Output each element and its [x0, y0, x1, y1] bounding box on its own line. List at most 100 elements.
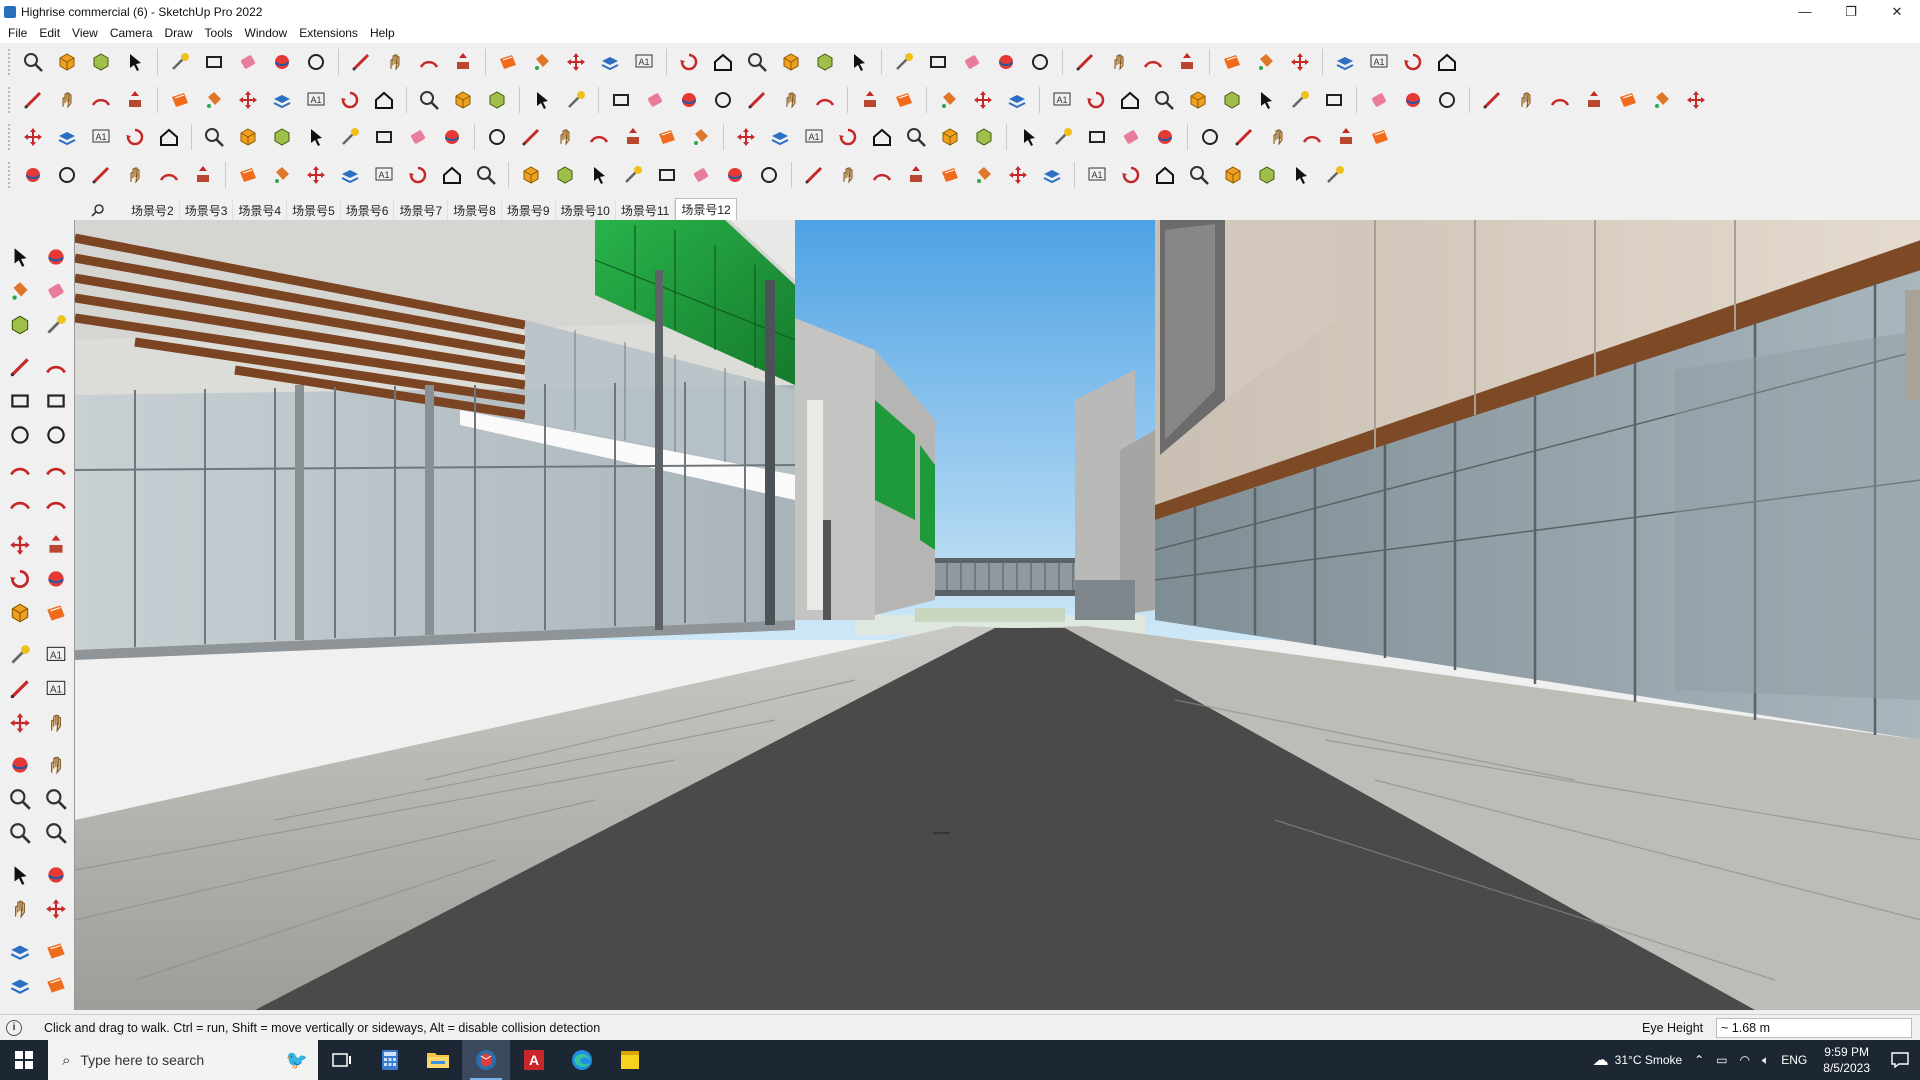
scene-tab[interactable]: 场景号7: [394, 200, 449, 220]
component-icon[interactable]: [810, 47, 840, 77]
house-icon[interactable]: [1432, 47, 1462, 77]
component-icon[interactable]: [482, 85, 512, 115]
pencil-icon[interactable]: [86, 160, 116, 190]
text-icon[interactable]: A1: [86, 122, 116, 152]
push-pull-icon[interactable]: [1331, 122, 1361, 152]
orbit-icon[interactable]: [1398, 85, 1428, 115]
shape-icon[interactable]: [652, 160, 682, 190]
shape-icon[interactable]: [39, 384, 73, 418]
tape-measure-icon[interactable]: [618, 160, 648, 190]
pan-icon[interactable]: [39, 706, 73, 740]
toolbar-grip[interactable]: [8, 124, 12, 150]
eraser-icon[interactable]: [686, 160, 716, 190]
layer-icon[interactable]: [1330, 47, 1360, 77]
layer-icon[interactable]: [3, 968, 37, 1002]
shape-icon[interactable]: [3, 384, 37, 418]
component-icon[interactable]: [1252, 160, 1282, 190]
zoom-icon[interactable]: [1149, 85, 1179, 115]
select-arrow-icon[interactable]: [844, 47, 874, 77]
tape-measure-icon[interactable]: [1285, 85, 1315, 115]
house-icon[interactable]: [1115, 85, 1145, 115]
tape-measure-icon[interactable]: [335, 122, 365, 152]
push-pull-icon[interactable]: [618, 122, 648, 152]
scene-tab[interactable]: 场景号3: [180, 200, 234, 220]
orbit-icon[interactable]: [267, 47, 297, 77]
pencil-icon[interactable]: [3, 672, 37, 706]
zoom-icon[interactable]: [1184, 160, 1214, 190]
taskbar-search-box[interactable]: ⌕ Type here to search 🐦: [48, 1040, 318, 1080]
house-icon[interactable]: [1150, 160, 1180, 190]
select-arrow-icon[interactable]: [3, 240, 37, 274]
zoom-icon[interactable]: [3, 816, 37, 850]
section-plane-icon[interactable]: [1217, 47, 1247, 77]
text-icon[interactable]: A1: [1364, 47, 1394, 77]
eraser-icon[interactable]: [39, 274, 73, 308]
shape-icon[interactable]: [369, 122, 399, 152]
pan-icon[interactable]: [1263, 122, 1293, 152]
rotate-icon[interactable]: [335, 85, 365, 115]
eraser-icon[interactable]: [233, 47, 263, 77]
layer-icon[interactable]: [3, 934, 37, 968]
component-icon[interactable]: [550, 160, 580, 190]
rotate-icon[interactable]: [3, 562, 37, 596]
zoom-icon[interactable]: [18, 47, 48, 77]
select-arrow-icon[interactable]: [1286, 160, 1316, 190]
close-button[interactable]: ✕: [1874, 0, 1920, 23]
pencil-icon[interactable]: [799, 160, 829, 190]
cube-icon[interactable]: [233, 122, 263, 152]
calculator-icon[interactable]: [366, 1040, 414, 1080]
tape-measure-icon[interactable]: [561, 85, 591, 115]
display-icon[interactable]: ▭: [1710, 1053, 1733, 1067]
menu-extensions[interactable]: Extensions: [293, 26, 364, 40]
circle-tool-icon[interactable]: [708, 85, 738, 115]
tape-measure-icon[interactable]: [3, 638, 37, 672]
move-icon[interactable]: [233, 85, 263, 115]
push-pull-icon[interactable]: [1579, 85, 1609, 115]
pan-icon[interactable]: [1511, 85, 1541, 115]
text-icon[interactable]: A1: [301, 85, 331, 115]
toolbar-grip[interactable]: [8, 87, 12, 113]
tape-measure-icon[interactable]: [39, 308, 73, 342]
menu-draw[interactable]: Draw: [159, 26, 199, 40]
rotate-icon[interactable]: [403, 160, 433, 190]
language-indicator[interactable]: ENG: [1775, 1053, 1813, 1067]
start-button[interactable]: [0, 1040, 48, 1080]
pan-icon[interactable]: [380, 47, 410, 77]
select-arrow-icon[interactable]: [3, 858, 37, 892]
arc-icon[interactable]: [1138, 47, 1168, 77]
circle-tool-icon[interactable]: [39, 418, 73, 452]
zoom-icon[interactable]: [414, 85, 444, 115]
text-icon[interactable]: A1: [369, 160, 399, 190]
text-icon[interactable]: A1: [39, 638, 73, 672]
orbit-icon[interactable]: [991, 47, 1021, 77]
select-arrow-icon[interactable]: [584, 160, 614, 190]
taskbar-clock[interactable]: 9:59 PM 8/5/2023: [1813, 1044, 1880, 1076]
select-arrow-icon[interactable]: [120, 47, 150, 77]
circle-tool-icon[interactable]: [3, 418, 37, 452]
scene-tab[interactable]: 场景号11: [616, 200, 676, 220]
layer-icon[interactable]: [765, 122, 795, 152]
section-plane-icon[interactable]: [1613, 85, 1643, 115]
move-icon[interactable]: [18, 122, 48, 152]
circle-tool-icon[interactable]: [1195, 122, 1225, 152]
orbit-icon[interactable]: [720, 160, 750, 190]
arc-icon[interactable]: [867, 160, 897, 190]
circle-tool-icon[interactable]: [52, 160, 82, 190]
shape-icon[interactable]: [1082, 122, 1112, 152]
pencil-icon[interactable]: [3, 350, 37, 384]
pencil-icon[interactable]: [742, 85, 772, 115]
scene-tab[interactable]: 场景号5: [287, 200, 341, 220]
move-icon[interactable]: [1285, 47, 1315, 77]
scene-tab[interactable]: 场景号2: [126, 200, 180, 220]
scene-tab[interactable]: 场景号8: [448, 200, 502, 220]
edge-browser-icon[interactable]: [558, 1040, 606, 1080]
wifi-icon[interactable]: ◠: [1734, 1053, 1756, 1067]
zoom-icon[interactable]: [471, 160, 501, 190]
section-plane-icon[interactable]: [935, 160, 965, 190]
tape-measure-icon[interactable]: [165, 47, 195, 77]
section-plane-icon[interactable]: [39, 596, 73, 630]
cube-icon[interactable]: [1218, 160, 1248, 190]
tape-measure-icon[interactable]: [1048, 122, 1078, 152]
move-icon[interactable]: [3, 528, 37, 562]
arc-icon[interactable]: [1545, 85, 1575, 115]
